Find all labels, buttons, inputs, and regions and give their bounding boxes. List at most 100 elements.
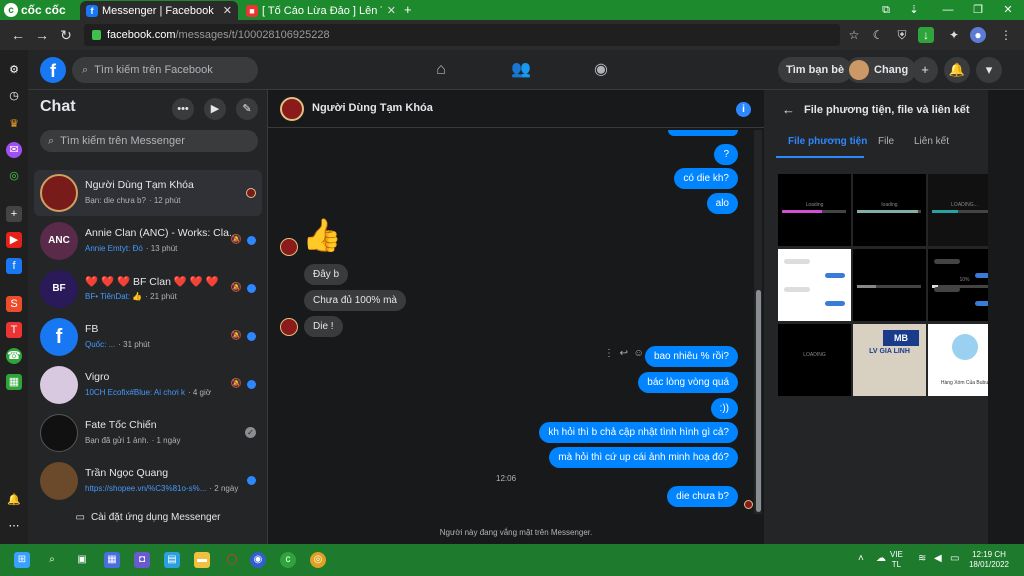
store-icon[interactable]: ▤ (164, 552, 180, 568)
extensions-puzzle-icon[interactable]: ✦ (946, 27, 962, 43)
media-thumbnail[interactable] (778, 249, 851, 321)
info-icon[interactable]: i (736, 102, 751, 117)
sheet-icon[interactable]: ▦ (6, 374, 22, 390)
windows-start-icon[interactable]: ⊞ (14, 552, 30, 568)
cast-icon[interactable]: ⧉ (878, 3, 894, 17)
friends-icon[interactable]: 👥 (510, 60, 532, 80)
firefox-icon[interactable]: ◉ (250, 552, 266, 568)
message-bubble-out[interactable]: có die kh? (674, 168, 738, 189)
message-bubble-out[interactable]: bao nhiêu % rồi? (644, 346, 738, 367)
profile-button[interactable]: Chang (846, 57, 917, 83)
media-thumbnail[interactable]: loading (853, 174, 926, 246)
facebook-search-input[interactable]: ⌕ Tìm kiếm trên Facebook (72, 57, 258, 83)
facebook-logo[interactable]: f (40, 57, 66, 83)
youtube-icon[interactable]: ▶ (6, 232, 22, 248)
close-tab-icon[interactable]: ✕ (223, 4, 232, 17)
messenger-search-input[interactable]: ⌕ Tìm kiếm trên Messenger (40, 130, 258, 152)
cloud-icon[interactable]: ☁ (876, 554, 886, 564)
bookmark-star-icon[interactable]: ☆ (846, 27, 862, 43)
message-bubble-out[interactable]: kh hỏi thì b chả cập nhật tình hình gì c… (539, 422, 738, 443)
video-call-button[interactable]: ▶ (204, 98, 226, 120)
create-plus-button[interactable]: + (912, 57, 938, 83)
tab-scam-report[interactable]: ■ [ Tố Cáo Lừa Đảo ] Lên Trung... ✕ (240, 1, 402, 20)
opera-icon[interactable]: ◯ (224, 552, 240, 568)
reply-icon[interactable]: ↩ (620, 348, 628, 359)
groups-icon[interactable]: ◉ (590, 60, 612, 80)
reload-icon[interactable]: ↻ (58, 27, 74, 43)
notifications-bell-button[interactable]: 🔔 (944, 57, 970, 83)
phone-icon[interactable]: ☎ (6, 348, 22, 364)
media-thumbnail[interactable]: Loading (778, 174, 851, 246)
shopee-icon[interactable]: S (6, 296, 22, 312)
message-bubble-out[interactable]: mà hỏi thì cứ up cái ảnh minh hoạ đó? (549, 447, 738, 468)
profile-avatar-icon[interactable]: ● (970, 27, 986, 43)
close-tab-icon[interactable]: ✕ (387, 4, 396, 17)
download-extension-icon[interactable]: ↓ (918, 27, 934, 43)
close-window-button[interactable]: ✕ (1000, 3, 1016, 17)
widgets-icon[interactable]: ▦ (104, 552, 120, 568)
install-messenger-link[interactable]: ▭ Cài đặt ứng dụng Messenger (28, 512, 268, 523)
language-indicator[interactable]: VIE TL (890, 550, 903, 570)
clock[interactable]: 12:19 CH 18/01/2022 (966, 550, 1012, 570)
avatar[interactable] (280, 97, 304, 121)
media-thumbnail[interactable]: LOADING (778, 324, 851, 396)
battery-icon[interactable]: ▭ (950, 554, 959, 564)
conversation-item[interactable]: Trần Ngọc Quang https://shopee.vn/%C3%81… (34, 458, 262, 504)
message-bubble-out[interactable]: ? (714, 144, 738, 165)
shield-icon[interactable]: ⛨ (894, 27, 910, 43)
wifi-icon[interactable]: ≋ (918, 554, 926, 564)
minimize-button[interactable]: — (940, 3, 956, 17)
scrollbar-thumb[interactable] (756, 290, 761, 512)
conversation-item[interactable]: Vigro 10CH Ecofix#Blue: Ai chơi k · 4 giờ… (34, 362, 262, 408)
coccoc-logo[interactable]: c cốc cốc (4, 2, 66, 18)
tray-overflow-chevron-icon[interactable]: ˄ (858, 554, 864, 564)
back-arrow-icon[interactable]: ← (782, 102, 795, 117)
dark-mode-icon[interactable]: ☾ (870, 27, 886, 43)
notification-bell-icon[interactable]: 🔔 (6, 492, 22, 508)
add-app-icon[interactable]: + (6, 206, 22, 222)
find-friends-button[interactable]: Tìm bạn bè (778, 57, 853, 83)
new-tab-button[interactable]: + (404, 2, 412, 17)
home-icon[interactable]: ⌂ (430, 60, 452, 80)
task-view-icon[interactable]: ▣ (74, 552, 90, 568)
conversation-item[interactable]: Người Dùng Tạm Khóa Bạn: die chưa b? · 12… (34, 170, 262, 216)
coccoc-taskbar-icon[interactable]: c (280, 552, 296, 568)
tiki-icon[interactable]: T (6, 322, 22, 338)
crown-icon[interactable]: ♛ (6, 116, 22, 132)
settings-gear-icon[interactable]: ⚙ (6, 62, 22, 78)
tab-files[interactable]: File (878, 136, 894, 147)
chrome-icon[interactable]: ◎ (310, 552, 326, 568)
more-options-icon[interactable]: ⋮ (604, 348, 614, 359)
browser-menu-icon[interactable]: ⋮ (998, 27, 1014, 43)
conversation-title[interactable]: Người Dùng Tạm Khóa (312, 102, 433, 114)
history-icon[interactable]: ◷ (6, 88, 22, 104)
url-field[interactable]: facebook.com/messages/t/100028106925228 (84, 24, 840, 46)
teams-chat-icon[interactable]: ◘ (134, 552, 150, 568)
message-bubble-out[interactable]: alo (706, 193, 738, 214)
file-explorer-icon[interactable]: ▬ (194, 552, 210, 568)
forward-arrow-icon[interactable]: → (34, 27, 50, 43)
react-smile-icon[interactable]: ☺ (634, 348, 644, 359)
message-bubble-out[interactable]: :)) (710, 398, 738, 419)
conversation-item[interactable]: Fate Tốc Chiến Bạn đã gửi 1 ảnh. · 1 ngày… (34, 410, 262, 456)
back-arrow-icon[interactable]: ← (10, 27, 26, 43)
facebook-icon[interactable]: f (6, 258, 22, 274)
message-bubble-out[interactable]: bác lòng vòng quá (638, 372, 738, 393)
tab-media[interactable]: File phương tiện (788, 136, 867, 147)
new-message-button[interactable]: ✎ (236, 98, 258, 120)
conversation-item[interactable]: BF ❤️ ❤️ ❤️ BF Clan ❤️ ❤️ ❤️ BF• TiênDat… (34, 266, 262, 312)
downloads-icon[interactable]: ⇣ (906, 3, 922, 17)
tab-links[interactable]: Liên kết (914, 136, 949, 147)
taskbar-search-icon[interactable]: ⌕ (44, 552, 60, 568)
maximize-button[interactable]: ❐ (970, 3, 986, 17)
message-bubble-in[interactable]: Đây b (304, 264, 349, 285)
messenger-icon[interactable]: ✉ (6, 142, 22, 158)
more-dots-icon[interactable]: ⋯ (6, 518, 22, 534)
tab-messenger[interactable]: f Messenger | Facebook ✕ (80, 1, 238, 20)
media-thumbnail[interactable] (853, 249, 926, 321)
game-controller-icon[interactable]: ◎ (6, 168, 22, 184)
options-dots-button[interactable]: ••• (172, 98, 194, 120)
media-thumbnail[interactable]: LV GIA LINH MB (853, 324, 926, 396)
message-bubble-out[interactable]: die chưa b? (667, 486, 738, 507)
conversation-item[interactable]: ANC Annie Clan (ANC) - Works: Cla... Ann… (34, 218, 262, 264)
